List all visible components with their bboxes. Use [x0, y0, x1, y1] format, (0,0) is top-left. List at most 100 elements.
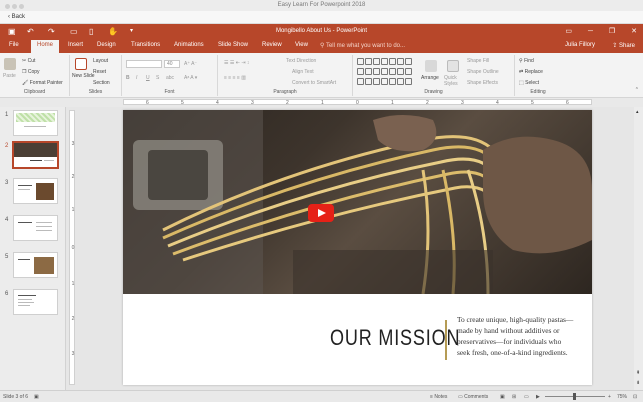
- font-name-field[interactable]: [126, 60, 162, 68]
- scroll-up-icon[interactable]: ▴: [636, 109, 639, 115]
- tab-slide-show[interactable]: Slide Show: [218, 42, 248, 48]
- cut-button[interactable]: ✂ Cut: [22, 58, 35, 64]
- minimize-icon[interactable]: ─: [588, 28, 593, 35]
- font-size-field[interactable]: 40: [164, 60, 180, 68]
- zoom-slider-thumb[interactable]: [573, 393, 576, 400]
- ruler-tick: 0: [356, 100, 359, 106]
- section-button[interactable]: Section: [93, 80, 110, 86]
- thumb-number: 3: [5, 180, 9, 186]
- ruler-tick: 4: [216, 100, 219, 106]
- current-slide[interactable]: OUR MISSION To create unique, high-quali…: [123, 110, 592, 385]
- format-painter-button[interactable]: 🖌 Format Painter: [22, 80, 63, 86]
- slide-sorter-icon[interactable]: ⊞: [512, 394, 516, 400]
- tell-me-search[interactable]: ⚲ Tell me what you want to do...: [320, 42, 405, 49]
- find-button[interactable]: ⚲ Find: [519, 58, 534, 64]
- prev-slide-icon[interactable]: ⇞: [636, 370, 640, 376]
- subscript-button[interactable]: abc: [166, 75, 174, 81]
- slide-thumbnail-3[interactable]: [13, 178, 58, 204]
- slide-thumbnail-1[interactable]: [13, 110, 58, 136]
- font-color-icon[interactable]: Aᵃ A ▾: [184, 75, 197, 81]
- convert-smartart-button[interactable]: Convert to SmartArt: [292, 80, 336, 86]
- tab-design[interactable]: Design: [97, 42, 116, 48]
- layout-button[interactable]: Layout: [93, 58, 108, 64]
- select-button[interactable]: ⬚ Select: [519, 80, 539, 86]
- slide-thumbnail-5[interactable]: [13, 252, 58, 278]
- reading-view-icon[interactable]: ▭: [524, 394, 529, 400]
- horizontal-ruler[interactable]: 6 5 4 3 2 1 0 1 2 3 4 5 6: [123, 99, 592, 106]
- normal-view-icon[interactable]: ▣: [500, 394, 505, 400]
- copy-label: Copy: [27, 69, 40, 75]
- paste-icon[interactable]: [4, 58, 16, 70]
- status-bar: Slide 3 of 6 ▣ ≡ Notes ▭ Comments ▣ ⊞ ▭ …: [0, 390, 643, 402]
- group-slides: New Slide Layout Reset Section Slides: [70, 55, 122, 96]
- thumb-text-line: [18, 299, 32, 300]
- slides-group-label: Slides: [88, 89, 103, 95]
- spellcheck-icon[interactable]: ▣: [34, 394, 39, 400]
- zoom-out-icon[interactable]: −: [548, 394, 551, 400]
- arrange-icon[interactable]: [425, 60, 437, 72]
- shapes-gallery[interactable]: [357, 58, 419, 88]
- vertical-scrollbar[interactable]: ▴ ⇞ ⇟: [634, 107, 643, 390]
- tab-home[interactable]: Home: [31, 40, 60, 53]
- strikethrough-button[interactable]: S: [156, 75, 159, 81]
- restore-icon[interactable]: ❐: [609, 28, 615, 35]
- paste-button[interactable]: Paste: [3, 73, 16, 79]
- ruler-tick: 1: [391, 100, 394, 106]
- ribbon-display-icon[interactable]: ▭: [565, 28, 572, 35]
- copy-button[interactable]: ❐ Copy: [22, 69, 40, 75]
- quick-styles-button[interactable]: Quick Styles: [444, 75, 464, 87]
- underline-button[interactable]: U: [146, 75, 150, 81]
- align-text-button[interactable]: Align Text: [292, 69, 314, 75]
- italic-button[interactable]: I: [136, 75, 137, 81]
- text-direction-button[interactable]: Text Direction: [286, 58, 316, 64]
- fit-slide-icon[interactable]: ⊡: [633, 394, 637, 400]
- new-slide-icon[interactable]: [75, 58, 87, 70]
- new-slide-button[interactable]: New Slide: [72, 73, 95, 79]
- thumb-number: 5: [5, 254, 9, 260]
- back-link[interactable]: ‹ Back: [8, 14, 25, 20]
- grow-font-icon[interactable]: A⁺ A⁻: [184, 61, 197, 67]
- heading-divider: [445, 320, 447, 360]
- user-name[interactable]: Julia Fillory: [565, 42, 595, 48]
- shape-effects-button[interactable]: Shape Effects: [467, 80, 498, 86]
- group-paragraph: ☰ ☰ ⇤ ⇥ ↕ ≡ ≡ ≡ ≡ ▥ Text Direction Align…: [218, 55, 353, 96]
- back-bar: ‹ Back: [0, 11, 643, 24]
- slide-heading[interactable]: OUR MISSION: [330, 325, 460, 351]
- replace-button[interactable]: ⇄ Replace: [519, 69, 543, 75]
- pasta-video-thumbnail[interactable]: [123, 110, 592, 294]
- shape-outline-button[interactable]: Shape Outline: [467, 69, 499, 75]
- tab-insert[interactable]: Insert: [68, 42, 83, 48]
- tab-transitions[interactable]: Transitions: [131, 42, 160, 48]
- tab-view[interactable]: View: [295, 42, 308, 48]
- share-button[interactable]: ⇪ Share: [612, 42, 635, 49]
- slide-thumbnail-2[interactable]: [12, 141, 59, 169]
- video-play-icon[interactable]: [308, 204, 334, 222]
- slide-thumbnail-4[interactable]: [13, 215, 58, 241]
- bullets-icon[interactable]: ☰ ☰ ⇤ ⇥ ↕: [224, 60, 249, 66]
- slide-thumbnail-6[interactable]: [13, 289, 58, 315]
- slideshow-view-icon[interactable]: ▶: [536, 394, 540, 400]
- zoom-in-icon[interactable]: +: [608, 394, 611, 400]
- find-label: Find: [524, 58, 534, 64]
- next-slide-icon[interactable]: ⇟: [636, 380, 640, 386]
- shape-fill-button[interactable]: Shape Fill: [467, 58, 489, 64]
- tab-file[interactable]: File: [9, 42, 19, 48]
- tab-review[interactable]: Review: [262, 42, 282, 48]
- reset-button[interactable]: Reset: [93, 69, 106, 75]
- vertical-ruler[interactable]: 3 2 1 0 1 2 3: [69, 110, 75, 385]
- thumb-text-line: [36, 226, 52, 227]
- close-icon[interactable]: ✕: [631, 28, 637, 35]
- collapse-ribbon-icon[interactable]: ⌃: [635, 87, 639, 93]
- thumb-text-line: [18, 185, 32, 186]
- notes-button[interactable]: ≡ Notes: [430, 394, 447, 400]
- slide-body-text[interactable]: To create unique, high-quality pastas—ma…: [457, 314, 575, 358]
- tab-animations[interactable]: Animations: [174, 42, 204, 48]
- ruler-tick: 4: [496, 100, 499, 106]
- arrange-button[interactable]: Arrange: [421, 75, 439, 81]
- align-icons[interactable]: ≡ ≡ ≡ ≡ ▥: [224, 75, 246, 81]
- quick-styles-icon[interactable]: [447, 60, 459, 72]
- comments-button[interactable]: ▭ Comments: [458, 394, 488, 400]
- outer-window-title-text: Easy Learn For Powerpoint 2018: [277, 2, 366, 8]
- bold-button[interactable]: B: [126, 75, 130, 81]
- zoom-level[interactable]: 75%: [617, 394, 627, 400]
